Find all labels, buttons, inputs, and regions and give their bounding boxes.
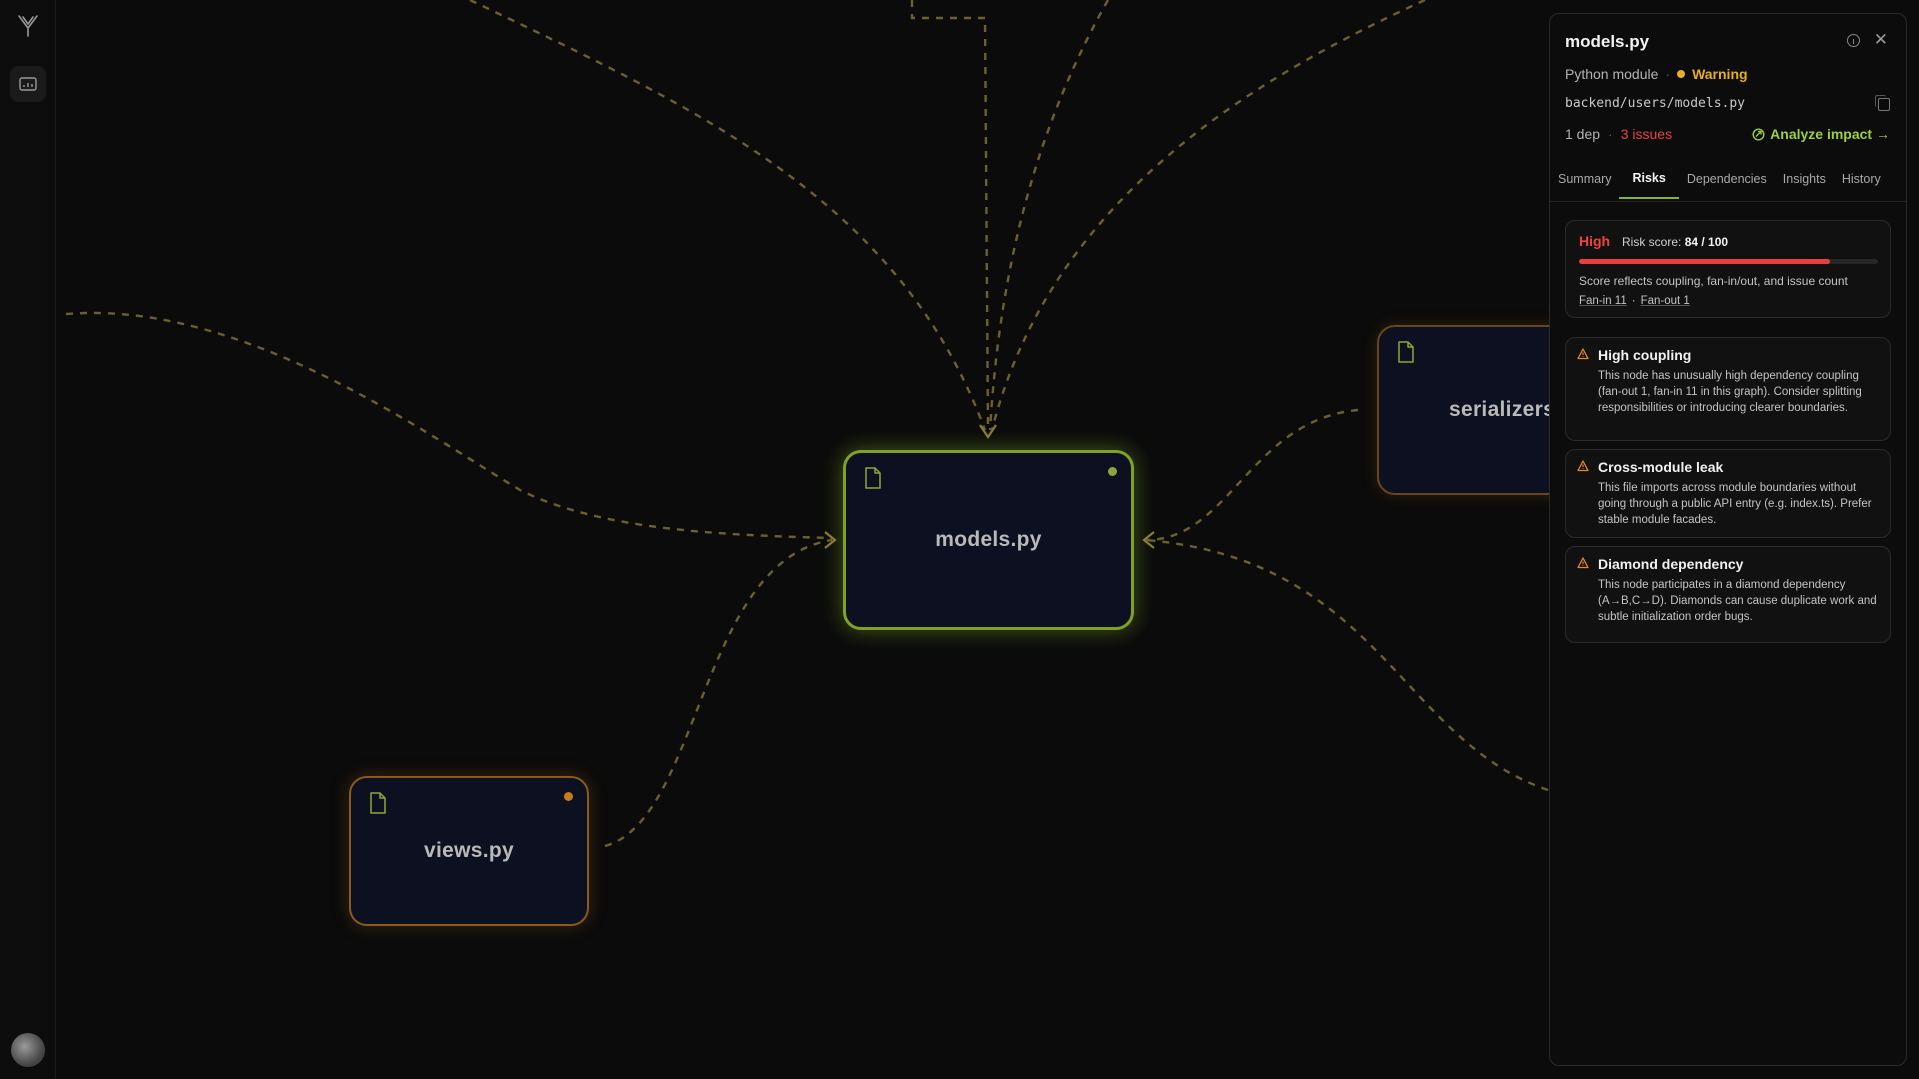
edge-top-right: [990, 0, 1426, 431]
panel-stats: 1 dep · 3 issues: [1565, 126, 1672, 142]
warning-icon: [1577, 460, 1589, 472]
issue-card[interactable]: Cross-module leak This file imports acro…: [1565, 449, 1891, 538]
edge-right-low: [1145, 538, 1549, 792]
info-icon[interactable]: [1847, 34, 1860, 47]
edge-top-center: [910, 0, 990, 431]
file-icon: [370, 792, 386, 814]
impact-icon: [1752, 127, 1765, 141]
issue-body: This file imports across module boundari…: [1598, 482, 1872, 526]
panel-meta: Python module · Warning: [1565, 66, 1748, 82]
analyze-impact-label: Analyze impact →: [1770, 126, 1890, 142]
risk-note: Score reflects coupling, fan-in/out, and…: [1579, 274, 1848, 288]
issue-title: Diamond dependency: [1598, 556, 1744, 572]
issue-body: This node participates in a diamond depe…: [1598, 579, 1877, 623]
tab-insights[interactable]: Insights: [1775, 159, 1834, 199]
stats-separator: ·: [1608, 126, 1613, 142]
status-badge: Warning: [1692, 66, 1748, 82]
status-dot: [1108, 467, 1117, 476]
fan-stats: Fan-in 11 · Fan-out 1: [1579, 295, 1690, 307]
risk-progress-bar: [1579, 259, 1878, 264]
risk-progress-fill: [1579, 259, 1831, 264]
node-label: views.py: [424, 839, 514, 862]
node-label: serializers: [1449, 398, 1556, 421]
issue-body: This node has unusually high dependency …: [1598, 370, 1862, 414]
tab-summary[interactable]: Summary: [1550, 159, 1619, 199]
ghost-node-1: [228, 115, 233, 137]
dep-count: 1 dep: [1565, 126, 1601, 142]
file-icon: [865, 467, 881, 489]
edge-serializers: [1145, 408, 1359, 542]
edge-left: [65, 311, 833, 540]
edge-top-left: [469, 0, 987, 431]
graph-node-views[interactable]: views.py: [349, 776, 589, 926]
meta-separator: ·: [1665, 66, 1671, 82]
issue-count: 3 issues: [1620, 126, 1673, 142]
risk-score-card: High Risk score: 84 / 100 Score reflects…: [1565, 220, 1891, 318]
module-type: Python module: [1565, 66, 1659, 82]
issue-title: Cross-module leak: [1598, 459, 1724, 475]
close-icon[interactable]: ✕: [1874, 30, 1888, 50]
fan-out-link[interactable]: Fan-out 1: [1641, 295, 1690, 307]
issue-card[interactable]: Diamond dependency This node participate…: [1565, 546, 1891, 643]
node-label: models.py: [935, 528, 1042, 551]
details-panel: models.py ✕ Python module · Warning back…: [1549, 13, 1907, 1066]
edge-top-mid: [988, 0, 1110, 431]
warning-icon: [1577, 348, 1589, 360]
status-dot: [564, 792, 573, 801]
tab-history[interactable]: History: [1834, 159, 1889, 199]
file-icon: [1398, 341, 1414, 363]
risk-score-value: 84 / 100: [1684, 235, 1729, 249]
fan-in-link[interactable]: Fan-in 11: [1579, 295, 1627, 307]
fan-separator: ·: [1631, 295, 1636, 307]
risk-level: High: [1579, 233, 1611, 249]
graph-node-models[interactable]: models.py: [843, 450, 1134, 630]
arrow-top: [979, 424, 997, 439]
edge-views: [604, 538, 833, 848]
issue-title: High coupling: [1598, 347, 1692, 363]
issue-card[interactable]: High coupling This node has unusually hi…: [1565, 337, 1891, 441]
risk-score-label: Risk score:: [1622, 235, 1682, 249]
tab-risks[interactable]: Risks: [1619, 159, 1679, 199]
file-path: backend/users/models.py: [1565, 96, 1746, 111]
copy-icon[interactable]: [1875, 95, 1890, 111]
analyze-impact-link[interactable]: Analyze impact →: [1752, 126, 1890, 142]
panel-title: models.py: [1565, 32, 1650, 51]
warning-dot-icon: [1677, 70, 1686, 78]
panel-tabs: Summary Risks Dependencies Insights Hist…: [1550, 159, 1906, 202]
risk-score: Risk score: 84 / 100: [1622, 235, 1728, 249]
warning-icon: [1577, 557, 1589, 569]
tab-dependencies[interactable]: Dependencies: [1679, 159, 1775, 199]
